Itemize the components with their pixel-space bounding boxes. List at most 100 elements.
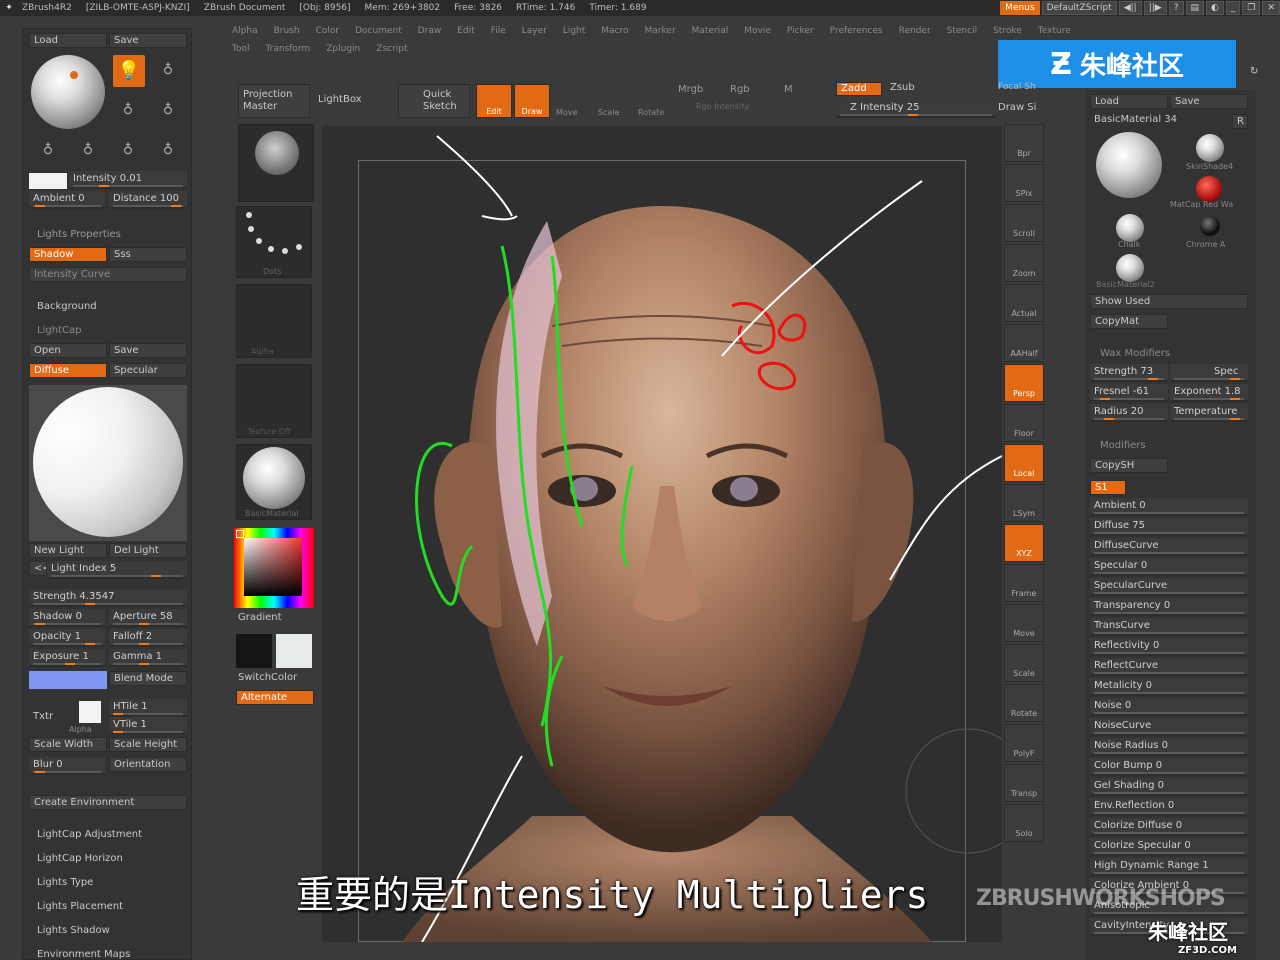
rgb-button[interactable]: Rgb <box>730 84 750 95</box>
lightcap-header[interactable]: LightCap <box>37 325 81 336</box>
menu-item-color[interactable]: Color <box>316 26 340 36</box>
wax-modifiers-header[interactable]: Wax Modifiers <box>1100 348 1170 359</box>
modifier-trans-curve-slider[interactable]: TransCurve <box>1090 618 1248 636</box>
quick-sketch-button[interactable]: Quick Sketch <box>398 84 470 118</box>
light-load-button[interactable]: Load <box>29 33 107 48</box>
radius-slider[interactable]: Radius 20 <box>1090 404 1168 422</box>
secondary-color-swatch[interactable] <box>276 634 312 668</box>
refresh-icon[interactable]: ↻ <box>1250 66 1258 77</box>
document-canvas[interactable] <box>322 126 1002 942</box>
tool-rotate-button[interactable]: Rotate <box>1004 684 1044 722</box>
menu-item-render[interactable]: Render <box>899 26 931 36</box>
tool-persp-button[interactable]: Persp <box>1004 364 1044 402</box>
prev-light-icon[interactable]: << <box>29 561 47 576</box>
vtile-slider[interactable]: VTile 1 <box>109 717 187 735</box>
lightcap-adjustment-header[interactable]: LightCap Adjustment <box>37 829 142 840</box>
color-icon[interactable]: ◐ <box>1206 1 1224 15</box>
blend-mode-button[interactable]: Blend Mode <box>109 671 187 686</box>
restore-icon[interactable]: ❐ <box>1242 1 1261 15</box>
tool-scroll-button[interactable]: Scroll <box>1004 204 1044 242</box>
copysh-button[interactable]: CopySH <box>1090 458 1168 473</box>
rotate-button[interactable]: Rotate <box>638 108 664 117</box>
rgb-intensity-slider[interactable]: Rgb Intensity <box>696 102 749 111</box>
menu-item-stroke[interactable]: Stroke <box>993 26 1022 36</box>
material-save-button[interactable]: Save <box>1170 94 1248 109</box>
copymat-button[interactable]: CopyMat <box>1090 314 1168 329</box>
menu-item-texture[interactable]: Texture <box>1038 26 1071 36</box>
chrome-sphere[interactable] <box>1200 216 1220 236</box>
lightcap-preview[interactable] <box>29 385 187 541</box>
strength-slider[interactable]: Strength 4.3547 <box>29 589 187 607</box>
menu-item-tool[interactable]: Tool <box>232 44 249 54</box>
menu-item-file[interactable]: File <box>491 26 506 36</box>
temperature-slider[interactable]: Temperature <box>1170 404 1248 422</box>
m-button[interactable]: M <box>784 84 793 95</box>
menu-item-preferences[interactable]: Preferences <box>830 26 883 36</box>
light-index-slider[interactable]: Light Index 5 <box>47 561 187 579</box>
scale-width-button[interactable]: Scale Width <box>29 737 107 752</box>
tool-frame-button[interactable]: Frame <box>1004 564 1044 602</box>
menu-item-layer[interactable]: Layer <box>522 26 547 36</box>
modifier-gel-shading-slider[interactable]: Gel Shading 0 <box>1090 778 1248 796</box>
menu-item-picker[interactable]: Picker <box>787 26 814 36</box>
specular-button[interactable]: Specular <box>109 363 187 378</box>
blur-slider[interactable]: Blur 0 <box>29 757 105 775</box>
light-bulb-7-icon[interactable]: ♁ <box>121 141 135 159</box>
menu-item-material[interactable]: Material <box>692 26 729 36</box>
light-intensity-slider[interactable]: Intensity 0.01 <box>69 171 187 189</box>
primary-color-swatch[interactable] <box>236 634 272 668</box>
current-material-sphere[interactable] <box>1096 132 1162 198</box>
new-light-button[interactable]: New Light <box>29 543 107 558</box>
color-square[interactable] <box>244 538 302 596</box>
light-save-button[interactable]: Save <box>109 33 187 48</box>
projection-master-button[interactable]: Projection Master <box>238 84 310 118</box>
modifier-noise-radius-slider[interactable]: Noise Radius 0 <box>1090 738 1248 756</box>
wax-spec-slider[interactable]: Spec <box>1170 364 1248 382</box>
lights-type-header[interactable]: Lights Type <box>37 877 93 888</box>
light-bulb-5-icon[interactable]: ♁ <box>41 141 55 159</box>
menu-item-light[interactable]: Light <box>563 26 585 36</box>
stroke-thumb[interactable]: Dots <box>236 206 312 278</box>
htile-slider[interactable]: HTile 1 <box>109 699 187 717</box>
modifier-ambient-slider[interactable]: Ambient 0 <box>1090 498 1248 516</box>
s1-button[interactable]: S1 <box>1090 480 1126 495</box>
lightcap-horizon-header[interactable]: LightCap Horizon <box>37 853 123 864</box>
gradient-button[interactable]: Gradient <box>238 612 282 623</box>
light-bulb-1-icon[interactable]: 💡 <box>113 55 145 87</box>
material-thumb[interactable]: BasicMaterial <box>236 444 312 520</box>
zsub-button[interactable]: Zsub <box>890 82 915 93</box>
layout-icon[interactable]: ▤ <box>1185 1 1205 15</box>
menu-item-brush[interactable]: Brush <box>274 26 300 36</box>
light-bulb-6-icon[interactable]: ♁ <box>81 141 95 159</box>
intensity-curve-button[interactable]: Intensity Curve <box>29 267 187 282</box>
tool-spix-button[interactable]: SPix <box>1004 164 1044 202</box>
lights-properties-header[interactable]: Lights Properties <box>37 229 121 240</box>
exponent-slider[interactable]: Exponent 1.8 <box>1170 384 1248 402</box>
prev-icon[interactable]: ◀|| <box>1118 1 1142 15</box>
modifier-transparency-slider[interactable]: Transparency 0 <box>1090 598 1248 616</box>
modifier-diffuse-slider[interactable]: Diffuse 75 <box>1090 518 1248 536</box>
mrgb-button[interactable]: Mrgb <box>678 84 703 95</box>
del-light-button[interactable]: Del Light <box>109 543 187 558</box>
menu-item-document[interactable]: Document <box>355 26 402 36</box>
tool-scale-button[interactable]: Scale <box>1004 644 1044 682</box>
next-icon[interactable]: ||▶ <box>1143 1 1167 15</box>
menu-item-draw[interactable]: Draw <box>418 26 442 36</box>
move-button[interactable]: Move <box>556 108 577 117</box>
modifier-high-dynamic-slider[interactable]: High Dynamic Range 1 <box>1090 858 1248 876</box>
switch-color-button[interactable]: SwitchColor <box>238 672 297 683</box>
modifier-noise-slider[interactable]: Noise 0 <box>1090 698 1248 716</box>
z-intensity-slider[interactable]: Z Intensity 25 <box>836 100 996 118</box>
alpha-thumb[interactable]: Alpha <box>236 284 312 358</box>
lightbox-button[interactable]: LightBox <box>318 94 362 105</box>
modifier-reflectivity-slider[interactable]: Reflectivity 0 <box>1090 638 1248 656</box>
orientation-button[interactable]: Orientation <box>109 757 187 772</box>
wax-strength-slider[interactable]: Strength 73 <box>1090 364 1168 382</box>
focal-shift-slider[interactable]: Focal Sh <box>998 82 1036 92</box>
modifier-env-reflection-slider[interactable]: Env.Reflection 0 <box>1090 798 1248 816</box>
material-load-button[interactable]: Load <box>1090 94 1168 109</box>
light-color-bar[interactable] <box>29 671 107 689</box>
gamma-slider[interactable]: Gamma 1 <box>109 649 187 667</box>
modifier-diffuse-curve-slider[interactable]: DiffuseCurve <box>1090 538 1248 556</box>
modifier-noise-curve-slider[interactable]: NoiseCurve <box>1090 718 1248 736</box>
